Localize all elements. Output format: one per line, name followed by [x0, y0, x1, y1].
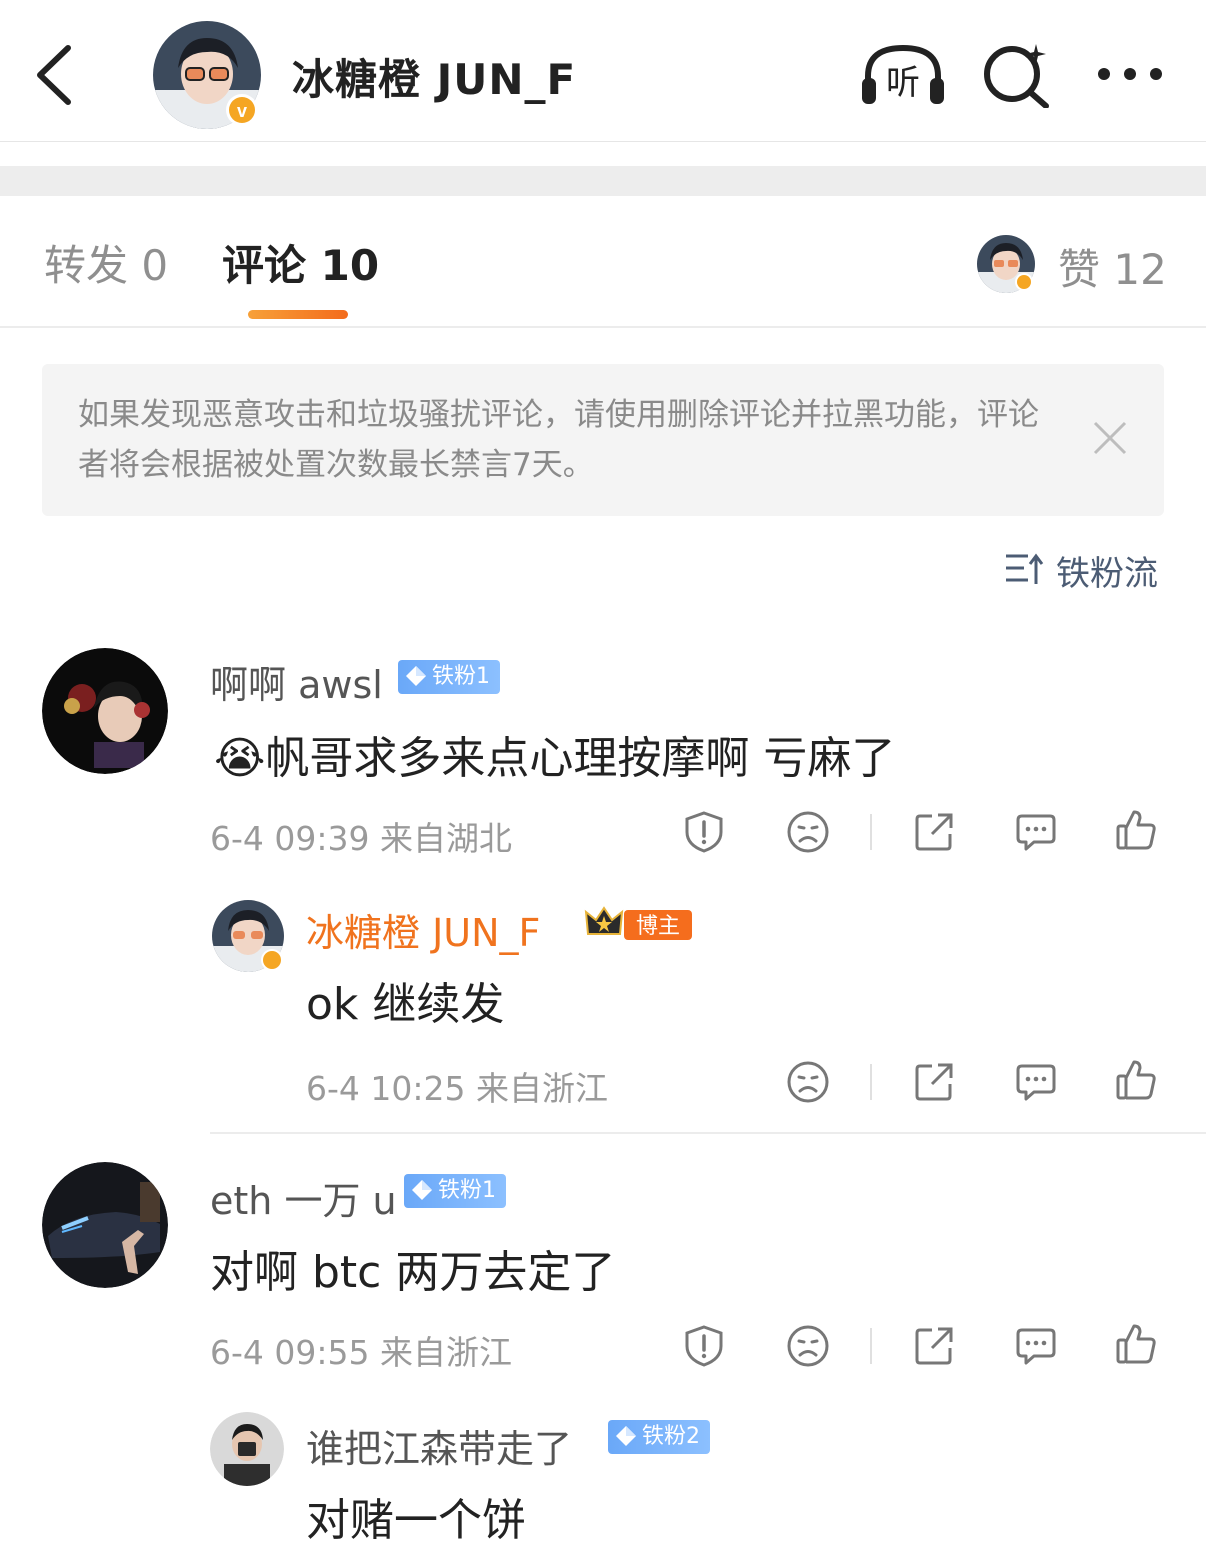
svg-text:听: 听 [886, 63, 920, 103]
back-arrow-icon[interactable] [30, 40, 80, 110]
page-title: 冰糖橙 JUN_F [292, 55, 577, 104]
close-icon[interactable] [1092, 420, 1128, 456]
like-thumb-icon[interactable] [1114, 1322, 1158, 1366]
diamond-icon [406, 666, 426, 686]
comment-divider [210, 1132, 1206, 1134]
fan-badge-label: 铁粉2 [642, 1424, 700, 1449]
reply-comment-icon[interactable] [1014, 1060, 1058, 1104]
fan-level-badge[interactable]: 铁粉1 [404, 1174, 506, 1208]
fan-level-badge[interactable]: 铁粉1 [398, 660, 500, 694]
comment-body: 帆哥求多来点心理按摩啊 亏麻了 [265, 733, 896, 784]
commenter-name[interactable]: eth 一万 u [210, 1170, 397, 1225]
tab-comments[interactable]: 评论 10 [222, 232, 379, 293]
fan-level-badge[interactable]: 铁粉2 [608, 1420, 710, 1454]
search-icon[interactable] [982, 42, 1052, 108]
svg-text:v: v [237, 101, 247, 121]
blogger-badge: 博主 [584, 906, 692, 940]
section-separator [0, 166, 1206, 196]
listen-headphones-icon[interactable]: 听 [860, 42, 946, 106]
tab-likes[interactable]: 赞 12 [1058, 236, 1167, 297]
commenter-avatar[interactable] [42, 1162, 168, 1288]
action-separator [870, 1064, 872, 1100]
dislike-face-icon[interactable] [786, 1324, 830, 1368]
share-icon[interactable] [912, 1060, 956, 1104]
more-options-icon[interactable] [1094, 62, 1166, 86]
share-icon[interactable] [912, 1324, 956, 1368]
blogger-avatar[interactable] [210, 898, 286, 974]
comment-text: 😭帆哥求多来点心理按摩啊 亏麻了 [214, 722, 895, 786]
dislike-face-icon[interactable] [786, 1060, 830, 1104]
tabs-divider [0, 326, 1206, 328]
like-thumb-icon[interactable] [1114, 808, 1158, 852]
sort-icon [1006, 553, 1044, 584]
fan-badge-label: 铁粉1 [432, 664, 490, 689]
notice-text: 如果发现恶意攻击和垃圾骚扰评论，请使用删除评论并拉黑功能，评论者将会根据被处置次… [78, 397, 1039, 483]
report-shield-icon[interactable] [682, 1324, 726, 1368]
report-shield-icon[interactable] [682, 810, 726, 854]
sort-label: 铁粉流 [1056, 554, 1158, 594]
replier-avatar[interactable] [210, 1412, 284, 1486]
diamond-icon [616, 1426, 636, 1446]
reply-meta: 6-4 10:25 来自浙江 [306, 1069, 608, 1108]
liker-avatar[interactable] [976, 234, 1036, 294]
moderation-notice: 如果发现恶意攻击和垃圾骚扰评论，请使用删除评论并拉黑功能，评论者将会根据被处置次… [42, 364, 1164, 516]
action-separator [870, 814, 872, 850]
reply-text: 对赌一个饼 [306, 1495, 526, 1544]
crying-emoji: 😭 [214, 733, 266, 784]
reply-comment-icon[interactable] [1014, 1324, 1058, 1368]
dislike-face-icon[interactable] [786, 810, 830, 854]
bottom-fade [900, 1480, 1206, 1544]
commenter-name[interactable]: 啊啊 awsl [210, 654, 383, 709]
commenter-avatar[interactable] [42, 648, 168, 774]
share-icon[interactable] [912, 810, 956, 854]
blogger-name[interactable]: 冰糖橙 JUN_F [306, 902, 540, 957]
replier-name[interactable]: 谁把江森带走了 [306, 1418, 572, 1473]
active-tab-indicator [248, 310, 348, 319]
tab-repost[interactable]: 转发 0 [44, 232, 168, 293]
svg-text:博主: 博主 [636, 914, 680, 939]
reply-text: ok 继续发 [306, 979, 505, 1030]
author-avatar[interactable]: v [152, 20, 262, 130]
reply-comment-icon[interactable] [1014, 810, 1058, 854]
comment-meta: 6-4 09:55 来自浙江 [210, 1333, 512, 1372]
top-bar: v 冰糖橙 JUN_F 听 [0, 0, 1206, 142]
comment-text: 对啊 btc 两万去定了 [210, 1247, 616, 1298]
like-thumb-icon[interactable] [1114, 1058, 1158, 1102]
action-separator [870, 1328, 872, 1364]
comment-meta: 6-4 09:39 来自湖北 [210, 819, 512, 858]
diamond-icon [412, 1180, 432, 1200]
fan-badge-label: 铁粉1 [438, 1178, 496, 1203]
